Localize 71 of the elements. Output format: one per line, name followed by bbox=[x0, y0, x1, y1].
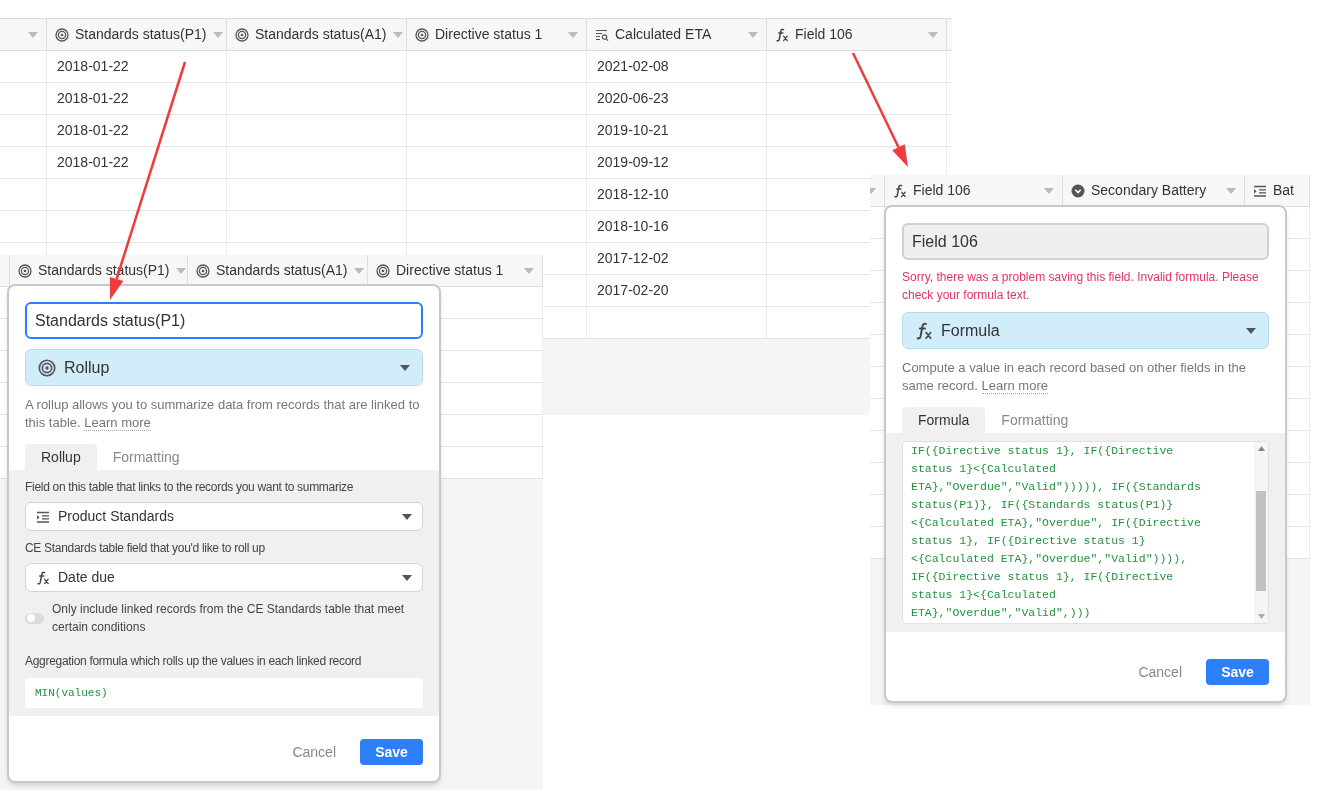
scroll-up-icon[interactable] bbox=[1257, 446, 1265, 451]
formula-editor[interactable]: IF({Directive status 1}, IF({Directive status 1}<{Calculated ETA},"Overdue","Valid"))))), IF({Standards status(P1)}, IF({Standards status(P1)} <{Calculated ETA},"Overdue", IF({Directive status 1}, IF({Directive status 1} <{Calculated ETA},"Overdue","Valid")))), IF({Directive status 1}, IF({Directive status 1}<{Calculated ETA},"Overdue","Valid",))) bbox=[902, 441, 1269, 624]
cancel-button[interactable]: Cancel bbox=[284, 739, 344, 765]
caret-icon bbox=[392, 31, 403, 38]
field-type-select[interactable]: Rollup bbox=[25, 349, 423, 386]
chevron-circle-icon bbox=[1071, 183, 1085, 198]
field-label: Field on this table that links to the records you want to summarize bbox=[25, 479, 355, 496]
error-message: Sorry, there was a problem saving this field. Invalid formula. Please check your formula text. bbox=[902, 269, 1260, 304]
field-type-select[interactable]: Formula bbox=[902, 312, 1269, 349]
list-search-icon bbox=[595, 27, 609, 42]
caret-icon bbox=[568, 31, 578, 38]
caret-icon bbox=[870, 187, 876, 194]
learn-more-link[interactable]: Learn more bbox=[981, 378, 1048, 394]
table-cell-text: 2018-01-22 bbox=[57, 57, 129, 76]
field-description: Compute a value in each record based on other fields in the same record. Learn more bbox=[902, 359, 1247, 395]
caret-icon bbox=[1044, 187, 1054, 194]
table-cell-text: 2019-09-12 bbox=[597, 153, 669, 172]
table-cell-text: 2018-10-16 bbox=[597, 217, 669, 236]
scrollbar[interactable] bbox=[1254, 442, 1268, 623]
table-cell-text: 2018-01-22 bbox=[57, 121, 129, 140]
cancel-button[interactable]: Cancel bbox=[1130, 659, 1190, 685]
column-header[interactable]: Field 106 bbox=[767, 19, 947, 50]
table-cell-text: 2017-02-20 bbox=[597, 281, 669, 300]
toggle-switch[interactable] bbox=[25, 612, 44, 624]
table-cell-text: 2018-01-22 bbox=[57, 89, 129, 108]
caret-icon bbox=[928, 31, 938, 38]
table-cell-text: 2021-02-08 bbox=[597, 57, 669, 76]
function-icon bbox=[36, 570, 50, 585]
save-button[interactable]: Save bbox=[1206, 659, 1269, 685]
field-label: CE Standards table field that you'd like to roll up bbox=[25, 540, 266, 557]
scroll-down-icon[interactable] bbox=[1257, 614, 1265, 619]
spiral-icon bbox=[18, 263, 32, 278]
field-label: Aggregation formula which rolls up the values in each linked record bbox=[25, 653, 363, 670]
table-cell-text: 2019-10-21 bbox=[597, 121, 669, 140]
spiral-icon bbox=[55, 27, 69, 42]
spiral-icon bbox=[235, 27, 249, 42]
column-header[interactable]: Calculated ETA bbox=[587, 19, 767, 50]
function-icon bbox=[893, 183, 907, 198]
list-indent-icon bbox=[1253, 183, 1267, 198]
column-header[interactable]: Standards status(A1) bbox=[227, 19, 407, 50]
toggle-label: Only include linked records from the CE Standards table that meet certain conditions bbox=[52, 601, 406, 636]
caret-icon bbox=[212, 31, 223, 38]
caret-icon bbox=[402, 513, 412, 520]
function-icon bbox=[915, 321, 933, 340]
table-cell-text: 2020-06-23 bbox=[597, 89, 669, 108]
caret-icon bbox=[1226, 187, 1236, 194]
name-field[interactable]: Standards status(P1) bbox=[25, 302, 423, 339]
list-indent-icon bbox=[36, 509, 50, 524]
dialog-tab[interactable]: Rollup bbox=[25, 444, 97, 470]
column-header[interactable]: Directive status 1 bbox=[407, 19, 587, 50]
table-cell-text: 2017-12-02 bbox=[597, 249, 669, 268]
spiral-icon bbox=[415, 27, 429, 42]
dropdown-select[interactable]: Product Standards bbox=[25, 502, 423, 531]
spiral-icon bbox=[38, 358, 56, 377]
caret-icon bbox=[748, 31, 758, 38]
field-description: A rollup allows you to summarize data from records that are linked to this table. Learn more bbox=[25, 396, 421, 432]
dropdown-select[interactable]: Date due bbox=[25, 563, 423, 592]
save-button[interactable]: Save bbox=[360, 739, 423, 765]
name-field[interactable]: Field 106 bbox=[902, 223, 1269, 260]
spiral-icon bbox=[196, 263, 210, 278]
spiral-icon bbox=[376, 263, 390, 278]
learn-more-link[interactable]: Learn more bbox=[84, 415, 151, 431]
column-header[interactable]: Standards status(P1) bbox=[47, 19, 227, 50]
function-icon bbox=[775, 27, 789, 42]
caret-icon bbox=[400, 364, 410, 371]
table-cell-text: 2018-01-22 bbox=[57, 153, 129, 172]
table-cell-text: 2018-12-10 bbox=[597, 185, 669, 204]
caret-icon bbox=[402, 574, 412, 581]
dialog-tab[interactable]: Formula bbox=[902, 407, 986, 433]
caret-icon bbox=[28, 31, 38, 38]
formula-field[interactable]: MIN(values) bbox=[25, 678, 423, 708]
